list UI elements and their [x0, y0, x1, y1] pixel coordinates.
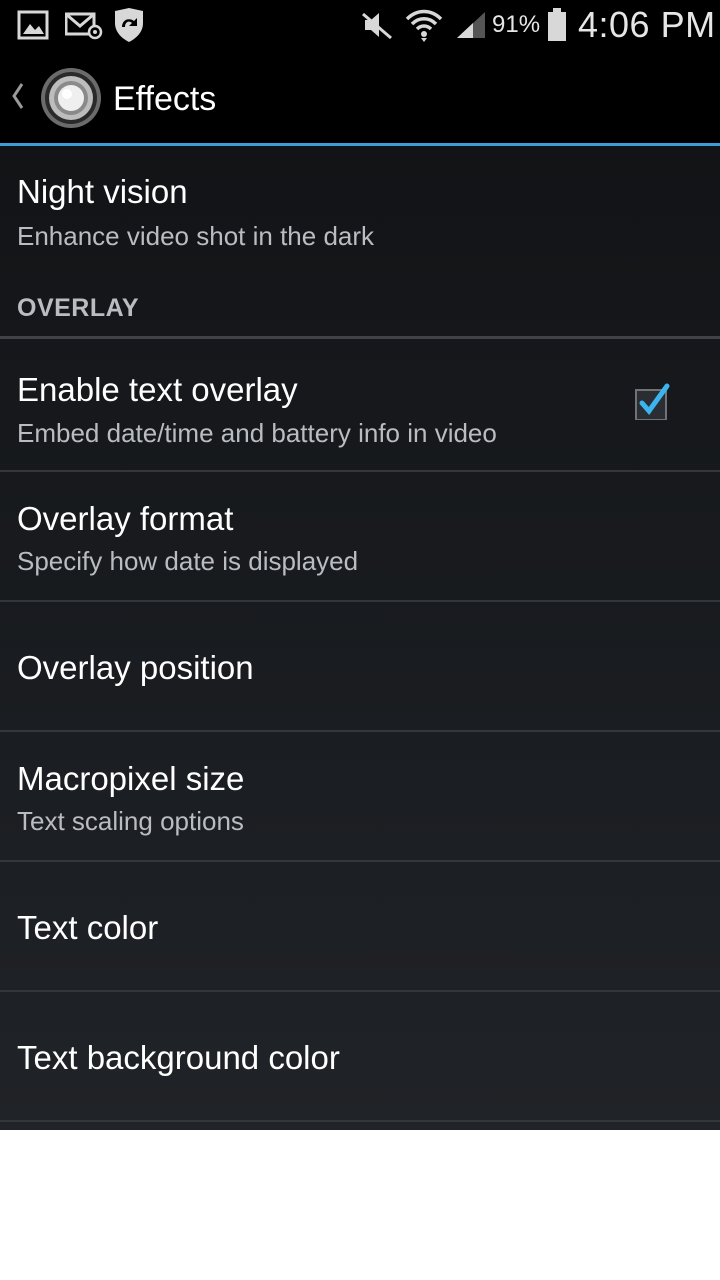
shield-sync-icon — [110, 0, 148, 50]
pref-summary: Embed date/time and battery info in vide… — [17, 418, 497, 448]
pref-title: Macropixel size — [17, 760, 245, 797]
pref-title: Text background color — [17, 1039, 340, 1076]
settings-screen: 91% 4:06 PM Effects Night vision Enhance… — [0, 0, 720, 1130]
pref-summary: Text scaling options — [17, 806, 244, 836]
battery-icon — [545, 0, 569, 50]
mute-icon — [360, 0, 394, 50]
clock: 4:06 PM — [578, 4, 716, 45]
pref-title: Text color — [17, 909, 159, 946]
pref-title: Night vision — [17, 173, 188, 210]
pref-overlay-position[interactable]: Overlay position — [0, 602, 720, 730]
pref-night-vision[interactable]: Night vision Enhance video shot in the d… — [0, 146, 720, 276]
pref-title: Enable text overlay — [17, 371, 298, 408]
pref-title: Overlay format — [17, 500, 234, 537]
category-header-overlay: OVERLAY — [17, 294, 140, 322]
battery-percent: 91% — [492, 11, 541, 38]
gallery-icon — [16, 0, 50, 50]
pref-text-background-color[interactable]: Text background color — [0, 992, 720, 1120]
signal-icon — [454, 0, 488, 50]
pref-enable-text-overlay[interactable]: Enable text overlay Embed date/time and … — [0, 339, 720, 470]
email-icon — [64, 0, 104, 50]
overlay-checkbox[interactable] — [635, 383, 670, 420]
pref-macropixel-size[interactable]: Macropixel size Text scaling options — [0, 732, 720, 860]
pref-overlay-format[interactable]: Overlay format Specify how date is displ… — [0, 472, 720, 600]
status-bar: 91% 4:06 PM — [0, 0, 720, 50]
pref-summary: Specify how date is displayed — [17, 546, 359, 576]
pref-title: Overlay position — [17, 649, 254, 686]
pref-summary: Enhance video shot in the dark — [17, 221, 375, 251]
pref-text-color[interactable]: Text color — [0, 862, 720, 990]
action-bar: Effects — [0, 50, 720, 146]
camera-lens-app-icon[interactable] — [40, 67, 102, 129]
wifi-icon — [404, 0, 444, 50]
divider — [0, 1120, 720, 1122]
page-title: Effects — [113, 80, 217, 118]
back-caret-icon[interactable] — [6, 78, 26, 114]
